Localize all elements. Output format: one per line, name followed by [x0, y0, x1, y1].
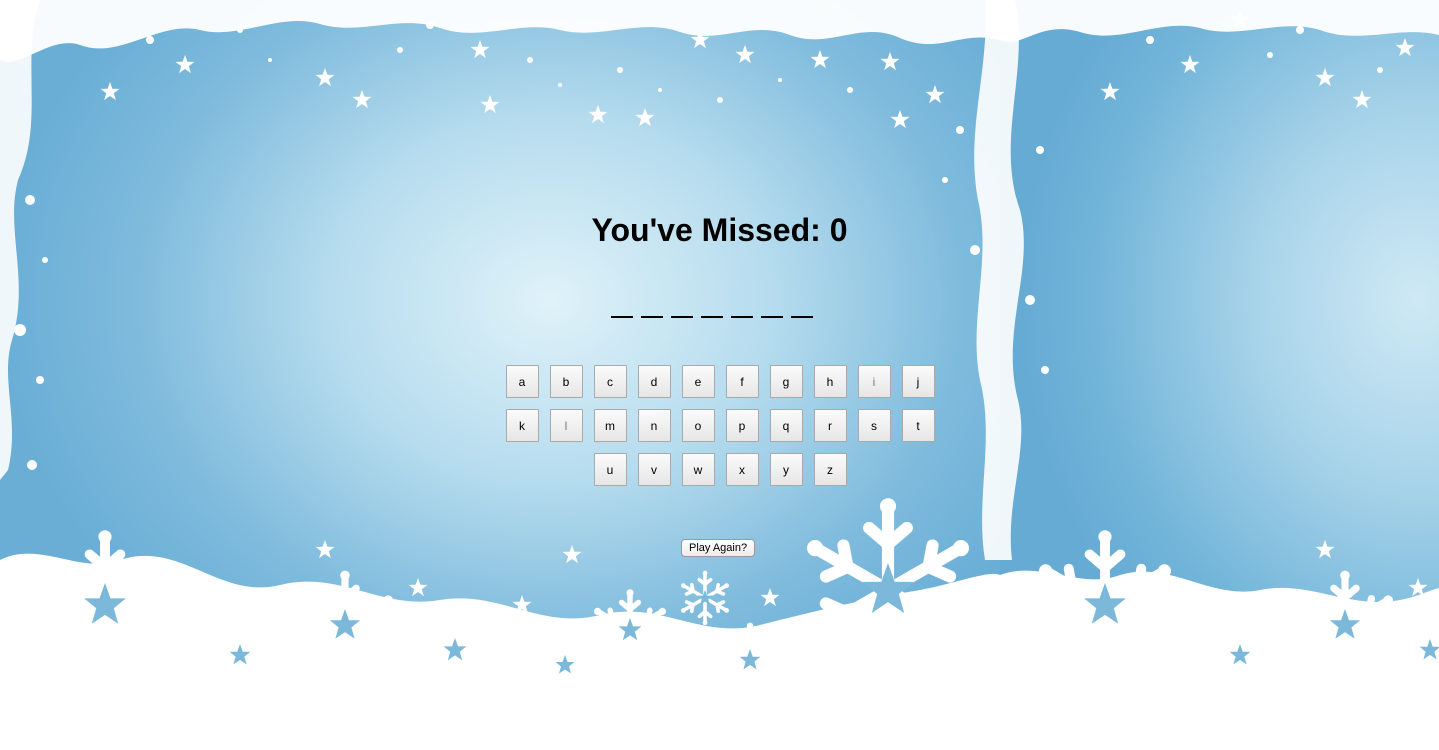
letter-button-m[interactable]: m: [593, 409, 627, 442]
letter-button-i[interactable]: i: [857, 365, 891, 398]
letter-button-l[interactable]: l: [549, 409, 583, 442]
letter-button-k[interactable]: k: [505, 409, 539, 442]
letter-button-o[interactable]: o: [681, 409, 715, 442]
letter-button-v[interactable]: v: [637, 453, 671, 486]
letter-slot: [791, 288, 813, 318]
letter-button-s[interactable]: s: [857, 409, 891, 442]
letter-button-p[interactable]: p: [725, 409, 759, 442]
letter-button-n[interactable]: n: [637, 409, 671, 442]
missed-count-heading: You've Missed: 0: [0, 212, 1439, 249]
missed-count-label: You've Missed: 0: [591, 212, 848, 248]
letter-button-z[interactable]: z: [813, 453, 847, 486]
letter-button-f[interactable]: f: [725, 365, 759, 398]
word-blanks: [611, 288, 813, 318]
letter-button-j[interactable]: j: [901, 365, 935, 398]
letter-slot: [611, 288, 633, 318]
keyboard-row: k l m n o p q r s t: [505, 409, 935, 442]
letter-slot: [731, 288, 753, 318]
letter-button-x[interactable]: x: [725, 453, 759, 486]
letter-button-r[interactable]: r: [813, 409, 847, 442]
letter-button-t[interactable]: t: [901, 409, 935, 442]
letter-button-q[interactable]: q: [769, 409, 803, 442]
letter-button-b[interactable]: b: [549, 365, 583, 398]
letter-button-w[interactable]: w: [681, 453, 715, 486]
letter-button-y[interactable]: y: [769, 453, 803, 486]
keyboard-row: u v w x y z: [505, 453, 935, 486]
letter-keyboard: a b c d e f g h i j k l m n o p q r s t …: [505, 365, 935, 497]
play-again-button[interactable]: Play Again?: [681, 539, 756, 557]
letter-button-d[interactable]: d: [637, 365, 671, 398]
letter-button-c[interactable]: c: [593, 365, 627, 398]
letter-button-g[interactable]: g: [769, 365, 803, 398]
letter-slot: [701, 288, 723, 318]
letter-button-e[interactable]: e: [681, 365, 715, 398]
letter-slot: [641, 288, 663, 318]
letter-slot: [671, 288, 693, 318]
letter-button-u[interactable]: u: [593, 453, 627, 486]
letter-button-a[interactable]: a: [505, 365, 539, 398]
keyboard-row: a b c d e f g h i j: [505, 365, 935, 398]
letter-button-h[interactable]: h: [813, 365, 847, 398]
letter-slot: [761, 288, 783, 318]
